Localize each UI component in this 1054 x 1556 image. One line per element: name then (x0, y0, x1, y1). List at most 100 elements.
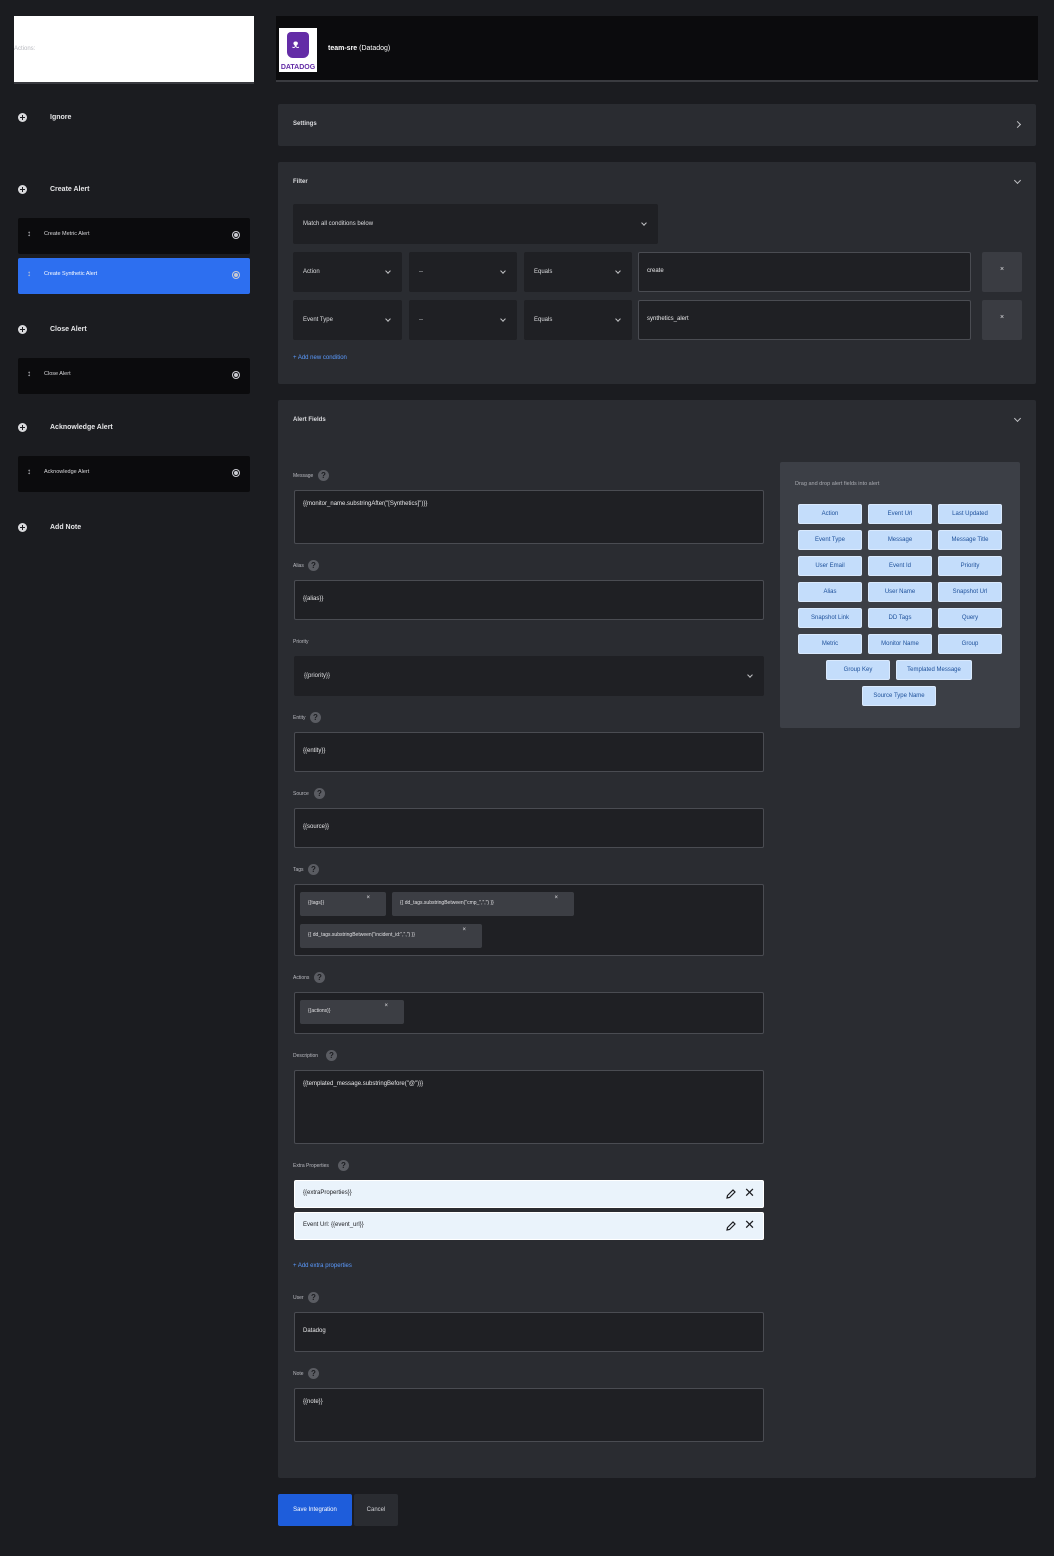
remove-condition-button[interactable]: × (982, 252, 1022, 292)
chevron-down-icon[interactable] (1013, 414, 1022, 423)
close-icon[interactable]: × (462, 927, 466, 933)
settings-panel[interactable]: Settings (278, 104, 1036, 146)
field-chip-last-updated[interactable]: Last Updated (938, 504, 1002, 524)
field-chip-action[interactable]: Action (798, 504, 862, 524)
save-integration-button[interactable]: Save Integration (278, 1494, 352, 1526)
match-conditions-select[interactable]: Match all conditions below (293, 204, 658, 244)
actions-header: Actions: (14, 16, 254, 84)
field-chip-message[interactable]: Message (868, 530, 932, 550)
help-icon[interactable]: ? (318, 470, 329, 481)
help-icon[interactable]: ? (308, 1292, 319, 1303)
help-icon[interactable]: ? (310, 712, 321, 723)
edit-icon[interactable] (725, 1188, 737, 1200)
extra-properties-label: Extra Properties (293, 1163, 329, 1169)
priority-select[interactable]: {{priority}} (294, 656, 764, 696)
close-icon[interactable]: × (554, 895, 558, 901)
field-chip-priority[interactable]: Priority (938, 556, 1002, 576)
tag-chip: {{ dd_tags.substringBetween("cmp_",",") … (392, 892, 574, 916)
field-chip-templated-message[interactable]: Templated Message (896, 660, 972, 680)
tags-input[interactable]: {{tags}} × {{ dd_tags.substringBetween("… (294, 884, 764, 956)
condition-field-select[interactable]: Action (293, 252, 402, 292)
action-item-create-synthetic-alert[interactable]: Create Synthetic Alert (18, 258, 250, 294)
drag-handle-icon[interactable] (27, 369, 31, 379)
field-chip-user-name[interactable]: User Name (868, 582, 932, 602)
condition-field-select[interactable]: Event Type (293, 300, 402, 340)
extra-property-item: Event Url: {{event_url}} ✕ (294, 1212, 764, 1240)
gear-icon[interactable] (233, 372, 239, 378)
field-chip-event-url[interactable]: Event Url (868, 504, 932, 524)
help-icon[interactable]: ? (338, 1160, 349, 1171)
description-textarea[interactable]: {{templated_message.substringBefore("@")… (294, 1070, 764, 1144)
action-group-label: Ignore (50, 114, 72, 121)
field-chip-metric[interactable]: Metric (798, 634, 862, 654)
help-icon[interactable]: ? (308, 560, 319, 571)
condition-value-input[interactable]: create (638, 252, 971, 292)
field-chip-snapshot-url[interactable]: Snapshot Url (938, 582, 1002, 602)
plus-icon[interactable] (18, 523, 27, 532)
field-chip-event-type[interactable]: Event Type (798, 530, 862, 550)
help-icon[interactable]: ? (326, 1050, 337, 1061)
chip-label: {{ dd_tags.substringBetween("incident_id… (308, 932, 415, 938)
action-item-close-alert[interactable]: Close Alert (18, 358, 250, 394)
field-chip-message-title[interactable]: Message Title (938, 530, 1002, 550)
gear-icon[interactable] (233, 272, 239, 278)
close-icon[interactable]: × (366, 895, 370, 901)
condition-subfield-select[interactable]: -- (409, 252, 517, 292)
add-condition-link[interactable]: + Add new condition (293, 355, 347, 361)
plus-icon[interactable] (18, 423, 27, 432)
message-textarea[interactable]: {{monitor_name.substringAfter("[Syntheti… (294, 490, 764, 544)
note-textarea[interactable]: {{note}} (294, 1388, 764, 1442)
source-label: Source (293, 791, 309, 797)
user-input[interactable]: Datadog (294, 1312, 764, 1352)
delete-icon[interactable]: ✕ (744, 1218, 755, 1232)
field-chip-group[interactable]: Group (938, 634, 1002, 654)
alias-input[interactable]: {{alias}} (294, 580, 764, 620)
field-chip-monitor-name[interactable]: Monitor Name (868, 634, 932, 654)
select-value: {{priority}} (304, 673, 331, 679)
gear-icon[interactable] (233, 470, 239, 476)
drag-handle-icon[interactable] (27, 269, 31, 279)
field-chip-query[interactable]: Query (938, 608, 1002, 628)
condition-operator-select[interactable]: Equals (524, 252, 632, 292)
entity-label: Entity (293, 715, 306, 721)
condition-subfield-select[interactable]: -- (409, 300, 517, 340)
drag-handle-icon[interactable] (27, 467, 31, 477)
delete-icon[interactable]: ✕ (744, 1186, 755, 1200)
plus-icon[interactable] (18, 185, 27, 194)
chevron-right-icon[interactable] (1013, 120, 1022, 129)
team-name: team-sre (328, 45, 358, 52)
source-input[interactable]: {{source}} (294, 808, 764, 848)
chevron-down-icon (615, 316, 621, 322)
action-item-acknowledge-alert[interactable]: Acknowledge Alert (18, 456, 250, 492)
action-item-label: Create Synthetic Alert (44, 271, 98, 277)
action-item-label: Acknowledge Alert (44, 469, 90, 475)
action-item-create-metric-alert[interactable]: Create Metric Alert (18, 218, 250, 254)
edit-icon[interactable] (725, 1220, 737, 1232)
field-chip-source-type-name[interactable]: Source Type Name (862, 686, 936, 706)
condition-operator-select[interactable]: Equals (524, 300, 632, 340)
remove-condition-button[interactable]: × (982, 300, 1022, 340)
field-chip-user-email[interactable]: User Email (798, 556, 862, 576)
gear-icon[interactable] (233, 232, 239, 238)
help-icon[interactable]: ? (308, 1368, 319, 1379)
field-chip-snapshot-link[interactable]: Snapshot Link (798, 608, 862, 628)
plus-icon[interactable] (18, 113, 27, 122)
add-extra-properties-link[interactable]: + Add extra properties (293, 1263, 352, 1269)
entity-input[interactable]: {{entity}} (294, 732, 764, 772)
cancel-button[interactable]: Cancel (354, 1494, 398, 1526)
condition-value-input[interactable]: synthetics_alert (638, 300, 971, 340)
actions-input[interactable]: {{actions}} × (294, 992, 764, 1034)
field-chip-alias[interactable]: Alias (798, 582, 862, 602)
chip-label: {{ dd_tags.substringBetween("cmp_",",") … (400, 900, 494, 906)
help-icon[interactable]: ? (314, 788, 325, 799)
integration-title: team-sre (Datadog) (328, 45, 390, 52)
field-chip-event-id[interactable]: Event Id (868, 556, 932, 576)
close-icon[interactable]: × (384, 1003, 388, 1009)
help-icon[interactable]: ? (308, 864, 319, 875)
field-chip-dd-tags[interactable]: DD Tags (868, 608, 932, 628)
chevron-down-icon[interactable] (1013, 176, 1022, 185)
help-icon[interactable]: ? (314, 972, 325, 983)
plus-icon[interactable] (18, 325, 27, 334)
field-chip-group-key[interactable]: Group Key (826, 660, 890, 680)
drag-handle-icon[interactable] (27, 229, 31, 239)
